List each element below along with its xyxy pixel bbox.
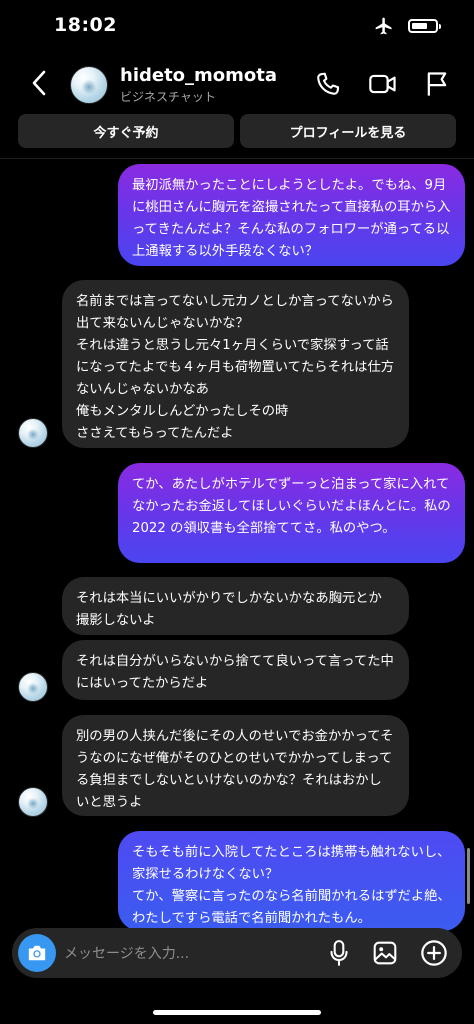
home-indicator[interactable] (153, 1010, 321, 1015)
message-bubble-sent[interactable]: そもそも前に入院してたところは携帯も触れないし、家探せるわけなくない？ てか、警… (118, 831, 465, 931)
message-bubble-sent[interactable]: 最初派無かったことにしようとしたよ。でもね、9月に桃田さんに胸元を盗撮されたって… (118, 164, 465, 266)
microphone-icon[interactable] (328, 939, 350, 967)
message-input[interactable]: メッセージを入力... (64, 943, 189, 963)
message-bubble-received[interactable]: 名前までは言ってないし元カノとしか言ってないから出て来ないんじゃないかな？ それ… (62, 280, 409, 448)
camera-icon (28, 945, 46, 961)
add-circle-icon[interactable] (420, 939, 448, 967)
avatar[interactable] (18, 672, 48, 702)
message-bubble-received[interactable]: 別の男の人挟んだ後にその人のせいでお金かかってそうなのになぜ俺がそのひとのせいで… (62, 715, 409, 816)
book-now-button[interactable]: 今すぐ予約 (18, 114, 234, 148)
phone-icon[interactable] (314, 70, 342, 98)
avatar[interactable] (18, 787, 48, 817)
status-time: 18:02 (54, 14, 117, 36)
message-composer: メッセージを入力... (12, 928, 462, 978)
image-gallery-icon[interactable] (372, 940, 398, 966)
back-arrow-icon[interactable] (26, 68, 54, 98)
status-bar: 18:02 (0, 0, 474, 56)
message-bubble-sent[interactable]: てか、あたしがホテルでずーっと泊まって家に入れてなかったお金返してほしいぐらいだ… (118, 463, 465, 563)
battery-icon (408, 19, 441, 33)
message-bubble-received[interactable]: それは自分がいらないから捨てて良いって言ってた中にはいってたからだよ (62, 640, 409, 700)
chat-header: hideto_momota ビジネスチャット (0, 56, 474, 112)
divider (0, 158, 474, 159)
avatar[interactable] (18, 418, 48, 448)
avatar[interactable] (70, 66, 108, 104)
contact-username[interactable]: hideto_momota (120, 65, 277, 86)
message-bubble-received[interactable]: それは本当にいいがかりでしかないかなあ胸元とか撮影しないよ (62, 577, 409, 635)
video-call-icon[interactable] (368, 70, 398, 98)
flag-icon[interactable] (424, 70, 450, 98)
message-list[interactable]: 最初派無かったことにしようとしたよ。でもね、9月に桃田さんに胸元を盗撮されたって… (0, 160, 474, 932)
view-profile-button[interactable]: プロフィールを見る (240, 114, 456, 148)
contact-subtitle: ビジネスチャット (120, 90, 216, 104)
camera-button[interactable] (18, 934, 56, 972)
airplane-mode-icon (375, 17, 392, 35)
scrollbar[interactable] (467, 848, 470, 904)
